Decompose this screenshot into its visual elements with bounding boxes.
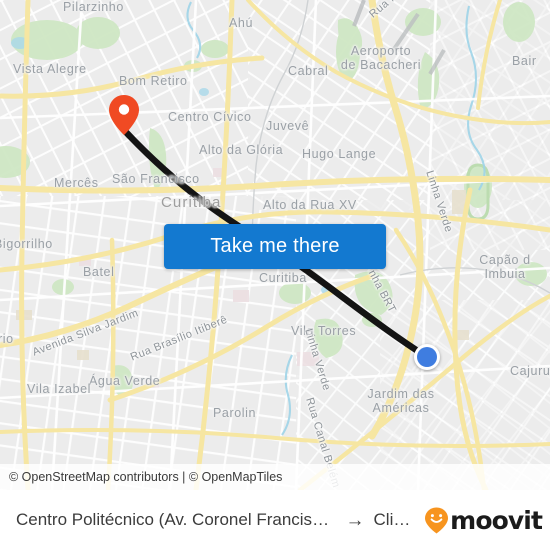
route-destination-label: Clin…	[373, 510, 417, 529]
footer-bar: Centro Politécnico (Av. Coronel Francisc…	[0, 490, 550, 550]
take-me-there-button[interactable]: Take me there	[164, 224, 386, 269]
moovit-pin-icon	[425, 507, 449, 533]
map-screen: Pilarzinho Ahú Vista Alegre Bom Retiro Cabra…	[0, 0, 550, 550]
route-origin-label: Centro Politécnico (Av. Coronel Francisc…	[16, 510, 337, 529]
map-canvas[interactable]: Pilarzinho Ahú Vista Alegre Bom Retiro Cabra…	[0, 0, 550, 490]
route-summary[interactable]: Centro Politécnico (Av. Coronel Francisc…	[16, 510, 416, 530]
location-dot-icon[interactable]	[414, 344, 440, 370]
attribution-text: © OpenStreetMap contributors | © OpenMap…	[9, 470, 283, 484]
moovit-logo[interactable]: moovit	[424, 505, 543, 535]
location-dot-inner	[417, 347, 437, 367]
moovit-wordmark: moovit	[450, 505, 543, 535]
map-pin-icon[interactable]	[109, 95, 139, 135]
map-attribution: © OpenStreetMap contributors | © OpenMap…	[0, 464, 550, 490]
arrow-right-icon: →	[345, 510, 365, 530]
